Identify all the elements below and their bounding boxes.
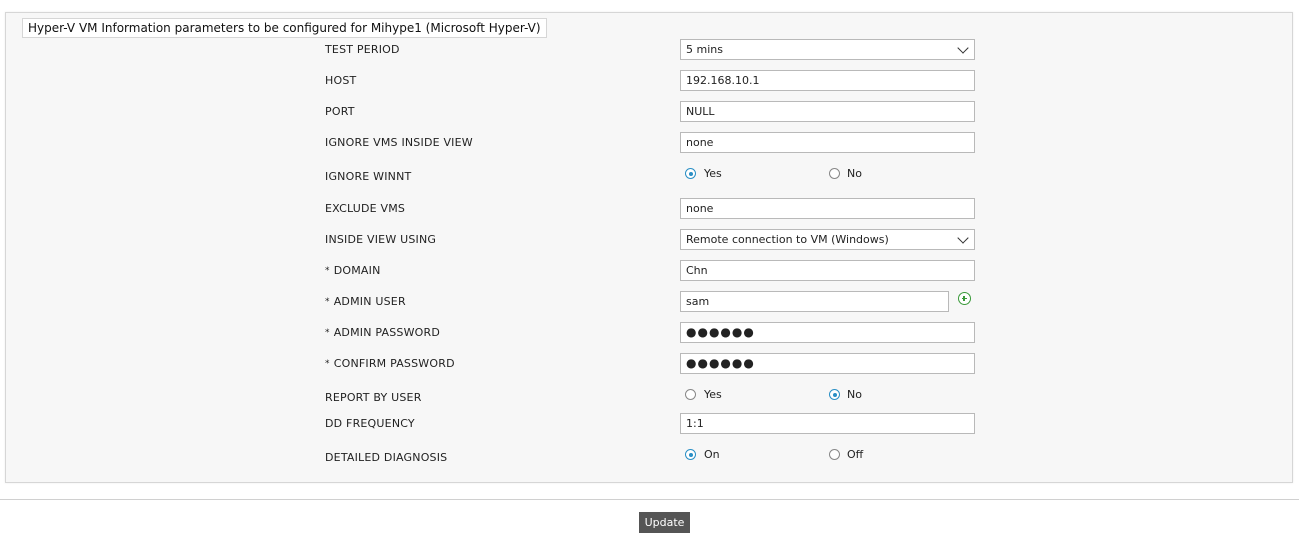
- required-mark: *: [325, 297, 330, 307]
- detailed-diagnosis-off-label[interactable]: Off: [847, 444, 863, 466]
- exclude-vms-label: EXCLUDE VMS: [325, 202, 406, 215]
- row-host: HOST 192.168.10.1: [0, 70, 1299, 92]
- row-ignore-winnt: IGNORE WINNT Yes No: [0, 166, 1299, 188]
- ignore-vms-inside-view-input[interactable]: none: [680, 132, 975, 153]
- port-label: PORT: [325, 105, 355, 118]
- inside-view-using-value: Remote connection to VM (Windows): [686, 233, 889, 246]
- row-ignore-vms-inside-view: IGNORE VMS INSIDE VIEW none: [0, 132, 1299, 154]
- port-input[interactable]: NULL: [680, 101, 975, 122]
- row-inside-view-using: INSIDE VIEW USING Remote connection to V…: [0, 229, 1299, 251]
- inside-view-using-label: INSIDE VIEW USING: [325, 233, 437, 246]
- required-mark: *: [325, 328, 330, 338]
- ignore-winnt-no-radio[interactable]: [829, 168, 840, 179]
- exclude-vms-input[interactable]: none: [680, 198, 975, 219]
- test-period-value: 5 mins: [686, 43, 723, 56]
- dd-frequency-input[interactable]: 1:1: [680, 413, 975, 434]
- report-by-user-yes-radio[interactable]: [685, 389, 696, 400]
- row-confirm-password: * CONFIRM PASSWORD ●●●●●●: [0, 353, 1299, 375]
- confirm-password-label: * CONFIRM PASSWORD: [325, 353, 455, 376]
- admin-user-label: * ADMIN USER: [325, 291, 406, 314]
- ignore-winnt-label: IGNORE WINNT: [325, 170, 412, 183]
- detailed-diagnosis-label: DETAILED DIAGNOSIS: [325, 451, 448, 464]
- domain-label-text: DOMAIN: [333, 264, 381, 277]
- row-exclude-vms: EXCLUDE VMS none: [0, 198, 1299, 220]
- required-mark: *: [325, 266, 330, 276]
- confirm-password-input[interactable]: ●●●●●●: [680, 353, 975, 374]
- footer-divider: [0, 499, 1299, 500]
- detailed-diagnosis-on-label[interactable]: On: [704, 444, 720, 466]
- host-label: HOST: [325, 74, 357, 87]
- report-by-user-no-label[interactable]: No: [847, 384, 862, 406]
- domain-input[interactable]: Chn: [680, 260, 975, 281]
- panel-title: Hyper-V VM Information parameters to be …: [22, 18, 547, 38]
- ignore-winnt-no-label[interactable]: No: [847, 163, 862, 185]
- ignore-vms-inside-view-label: IGNORE VMS INSIDE VIEW: [325, 136, 473, 149]
- report-by-user-label: REPORT BY USER: [325, 391, 422, 404]
- confirm-password-label-text: CONFIRM PASSWORD: [333, 357, 455, 370]
- domain-label: * DOMAIN: [325, 260, 381, 283]
- required-mark: *: [325, 359, 330, 369]
- chevron-down-icon: [957, 42, 969, 54]
- row-domain: * DOMAIN Chn: [0, 260, 1299, 282]
- report-by-user-no-radio[interactable]: [829, 389, 840, 400]
- ignore-winnt-yes-label[interactable]: Yes: [704, 163, 722, 185]
- ignore-winnt-yes-radio[interactable]: [685, 168, 696, 179]
- row-dd-frequency: DD FREQUENCY 1:1: [0, 413, 1299, 435]
- host-input[interactable]: 192.168.10.1: [680, 70, 975, 91]
- row-admin-user: * ADMIN USER sam: [0, 291, 1299, 313]
- detailed-diagnosis-on-radio[interactable]: [685, 449, 696, 460]
- admin-user-label-text: ADMIN USER: [333, 295, 406, 308]
- admin-password-input[interactable]: ●●●●●●: [680, 322, 975, 343]
- row-port: PORT NULL: [0, 101, 1299, 123]
- row-detailed-diagnosis: DETAILED DIAGNOSIS On Off: [0, 447, 1299, 469]
- admin-password-label: * ADMIN PASSWORD: [325, 322, 440, 345]
- chevron-down-icon: [957, 232, 969, 244]
- row-test-period: TEST PERIOD 5 mins: [0, 39, 1299, 61]
- add-circle-icon[interactable]: [958, 292, 971, 305]
- test-period-label: TEST PERIOD: [325, 43, 400, 56]
- admin-password-label-text: ADMIN PASSWORD: [333, 326, 441, 339]
- dd-frequency-label: DD FREQUENCY: [325, 417, 415, 430]
- report-by-user-yes-label[interactable]: Yes: [704, 384, 722, 406]
- detailed-diagnosis-off-radio[interactable]: [829, 449, 840, 460]
- admin-user-input[interactable]: sam: [680, 291, 949, 312]
- test-period-select[interactable]: 5 mins: [680, 39, 975, 60]
- row-admin-password: * ADMIN PASSWORD ●●●●●●: [0, 322, 1299, 344]
- update-button[interactable]: Update: [639, 512, 690, 533]
- inside-view-using-select[interactable]: Remote connection to VM (Windows): [680, 229, 975, 250]
- row-report-by-user: REPORT BY USER Yes No: [0, 387, 1299, 409]
